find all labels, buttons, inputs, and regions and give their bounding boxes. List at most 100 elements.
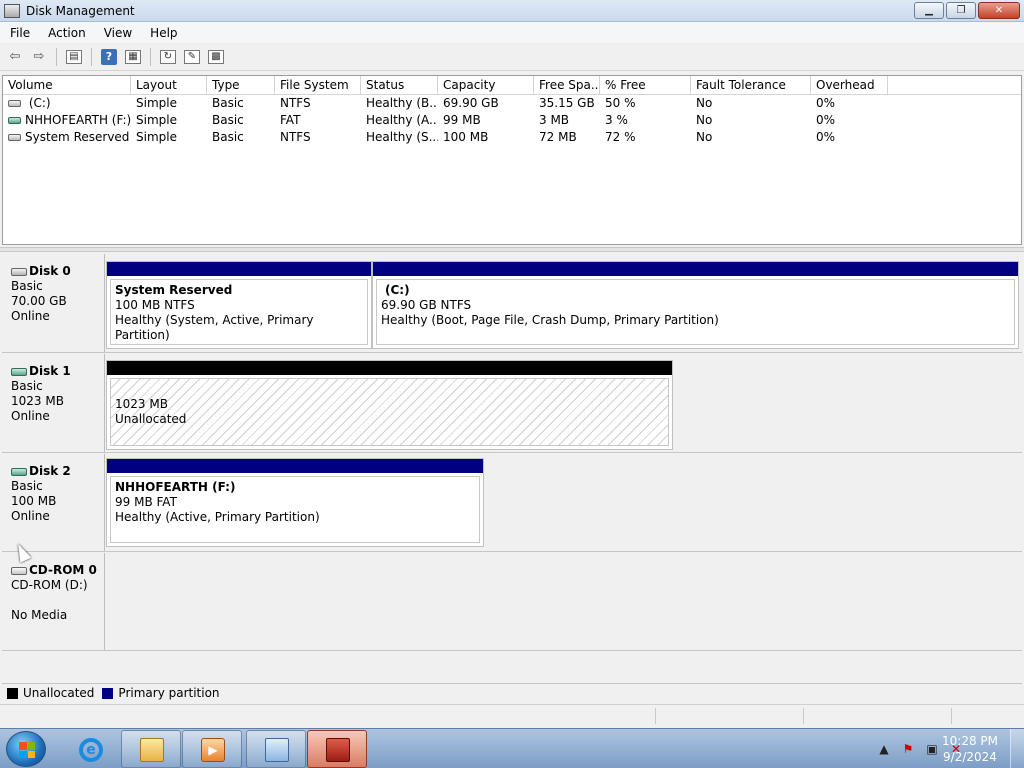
cell-file-system: NTFS bbox=[280, 130, 311, 144]
clock-time: 10:28 PM bbox=[942, 734, 998, 748]
back-icon[interactable]: ⇦ bbox=[4, 46, 26, 68]
disk-label-cdrom[interactable]: CD-ROM 0 CD-ROM (D:) No Media bbox=[2, 553, 105, 650]
status-cell bbox=[951, 708, 952, 724]
maximize-button[interactable]: ❐ bbox=[946, 2, 976, 19]
partition-status: Healthy (Boot, Page File, Crash Dump, Pr… bbox=[381, 313, 719, 327]
hard-disk-icon bbox=[11, 267, 27, 276]
taskbar-computer-management[interactable] bbox=[307, 730, 367, 768]
internet-explorer-icon: e bbox=[79, 738, 103, 762]
forward-icon[interactable]: ⇨ bbox=[28, 46, 50, 68]
refresh-icon[interactable]: ↻ bbox=[157, 46, 179, 68]
column-file-system[interactable]: File System bbox=[275, 76, 361, 94]
taskbar-windows-explorer[interactable] bbox=[121, 730, 181, 768]
start-button[interactable] bbox=[6, 731, 46, 767]
minimize-button[interactable]: ▁ bbox=[914, 2, 944, 19]
legend-swatch bbox=[7, 687, 18, 699]
disk-row-1: Disk 1 Basic 1023 MB Online 1023 MB Unal… bbox=[2, 354, 1022, 453]
cell-free-space: 3 MB bbox=[539, 113, 570, 127]
column-free-space[interactable]: Free Spa... bbox=[534, 76, 600, 94]
disk-row-2: Disk 2 Basic 100 MB Online NHHOFEARTH (F… bbox=[2, 454, 1022, 552]
column-type[interactable]: Type bbox=[207, 76, 275, 94]
taskbar-internet-explorer[interactable]: e bbox=[60, 730, 120, 768]
primary-partition-bar bbox=[373, 262, 1018, 276]
toolbar: ⇦ ⇨ ▤ ? ▦ ↻ ✎ ▩ bbox=[0, 43, 1024, 71]
table-row[interactable]: (C:) Simple Basic NTFS Healthy (B... 69.… bbox=[3, 95, 1021, 112]
status-cell bbox=[803, 708, 804, 724]
partition-name: (C:) bbox=[385, 283, 410, 297]
column-fault-tolerance[interactable]: Fault Tolerance bbox=[691, 76, 811, 94]
cell-status: Healthy (B... bbox=[366, 96, 438, 110]
taskbar-media-player[interactable]: ▶ bbox=[182, 730, 242, 768]
disk-label-1[interactable]: Disk 1 Basic 1023 MB Online bbox=[2, 354, 105, 452]
partition-size: 100 MB NTFS bbox=[115, 298, 195, 312]
legend-swatch bbox=[102, 687, 114, 699]
cell-layout: Simple bbox=[136, 113, 177, 127]
network-icon[interactable]: ▣ bbox=[924, 741, 940, 757]
partition-nhhofearth[interactable]: NHHOFEARTH (F:) 99 MB FAT Healthy (Activ… bbox=[106, 458, 484, 547]
column-percent-free[interactable]: % Free bbox=[600, 76, 691, 94]
column-overhead[interactable]: Overhead bbox=[811, 76, 888, 94]
disk-row-0: Disk 0 Basic 70.00 GB Online System Rese… bbox=[2, 254, 1022, 353]
partition-unallocated[interactable]: 1023 MB Unallocated bbox=[106, 360, 673, 450]
clock[interactable]: 10:28 PM 9/2/2024 bbox=[942, 733, 998, 765]
show-desktop-button[interactable] bbox=[1010, 729, 1024, 768]
action-center-flag-icon[interactable]: ⚑ bbox=[900, 741, 916, 757]
menu-action[interactable]: Action bbox=[38, 26, 94, 40]
windows-logo-icon bbox=[19, 742, 35, 758]
show-hidden-icons-icon[interactable]: ▲ bbox=[876, 741, 892, 757]
cell-file-system: NTFS bbox=[280, 96, 311, 110]
disk-label-0[interactable]: Disk 0 Basic 70.00 GB Online bbox=[2, 254, 105, 352]
volume-name: System Reserved bbox=[25, 130, 130, 144]
cell-volume: (C:) bbox=[3, 95, 131, 112]
partition-details: 1023 MB Unallocated bbox=[110, 378, 669, 446]
pane-splitter[interactable] bbox=[0, 247, 1024, 252]
cell-type: Basic bbox=[212, 96, 244, 110]
table-row[interactable]: NHHOFEARTH (F:) Simple Basic FAT Healthy… bbox=[3, 112, 1021, 129]
disk-label-2[interactable]: Disk 2 Basic 100 MB Online bbox=[2, 454, 105, 551]
disk-type: CD-ROM (D:) bbox=[11, 578, 88, 592]
cell-fault-tolerance: No bbox=[696, 113, 713, 127]
properties-icon[interactable]: ▦ bbox=[122, 46, 144, 68]
table-row[interactable]: System Reserved Simple Basic NTFS Health… bbox=[3, 129, 1021, 146]
column-volume[interactable]: Volume bbox=[3, 76, 131, 94]
cell-overhead: 0% bbox=[816, 130, 836, 144]
menu-help[interactable]: Help bbox=[140, 26, 185, 40]
disk-row-cdrom: CD-ROM 0 CD-ROM (D:) No Media bbox=[2, 553, 1022, 651]
cell-free-space: 72 MB bbox=[539, 130, 577, 144]
status-cell bbox=[655, 708, 656, 724]
partition-size: 1023 MB bbox=[115, 397, 168, 411]
partition-status: Healthy (System, Active, Primary Partiti… bbox=[115, 313, 314, 342]
cell-status: Healthy (S... bbox=[366, 130, 438, 144]
cell-fault-tolerance: No bbox=[696, 130, 713, 144]
cell-percent-free: 72 % bbox=[605, 130, 636, 144]
rescan-disks-icon[interactable]: ✎ bbox=[181, 46, 203, 68]
column-status[interactable]: Status bbox=[361, 76, 438, 94]
settings-icon[interactable]: ▩ bbox=[205, 46, 227, 68]
disk-size: 100 MB bbox=[11, 494, 57, 508]
menu-file[interactable]: File bbox=[0, 26, 38, 40]
folder-icon bbox=[140, 738, 164, 762]
cell-free-space: 35.15 GB bbox=[539, 96, 595, 110]
cell-layout: Simple bbox=[136, 130, 177, 144]
status-bar bbox=[0, 704, 1024, 726]
column-layout[interactable]: Layout bbox=[131, 76, 207, 94]
cell-fault-tolerance: No bbox=[696, 96, 713, 110]
cell-capacity: 99 MB bbox=[443, 113, 481, 127]
help-icon[interactable]: ? bbox=[98, 46, 120, 68]
cell-capacity: 100 MB bbox=[443, 130, 489, 144]
column-capacity[interactable]: Capacity bbox=[438, 76, 534, 94]
disk-size: 70.00 GB bbox=[11, 294, 67, 308]
partition-system-reserved[interactable]: System Reserved 100 MB NTFS Healthy (Sys… bbox=[106, 261, 372, 349]
partition-c[interactable]: (C:) 69.90 GB NTFS Healthy (Boot, Page F… bbox=[372, 261, 1019, 349]
taskbar-network-app[interactable] bbox=[246, 730, 306, 768]
volume-list: Volume Layout Type File System Status Ca… bbox=[2, 75, 1022, 245]
menu-view[interactable]: View bbox=[94, 26, 140, 40]
usb-disk-icon bbox=[11, 367, 27, 376]
close-button[interactable]: ✕ bbox=[978, 2, 1020, 19]
show-hide-console-tree-icon[interactable]: ▤ bbox=[63, 46, 85, 68]
toolbar-separator bbox=[91, 47, 92, 66]
cell-type: Basic bbox=[212, 130, 244, 144]
disk-size: 1023 MB bbox=[11, 394, 64, 408]
volume-name: (C:) bbox=[25, 96, 51, 110]
